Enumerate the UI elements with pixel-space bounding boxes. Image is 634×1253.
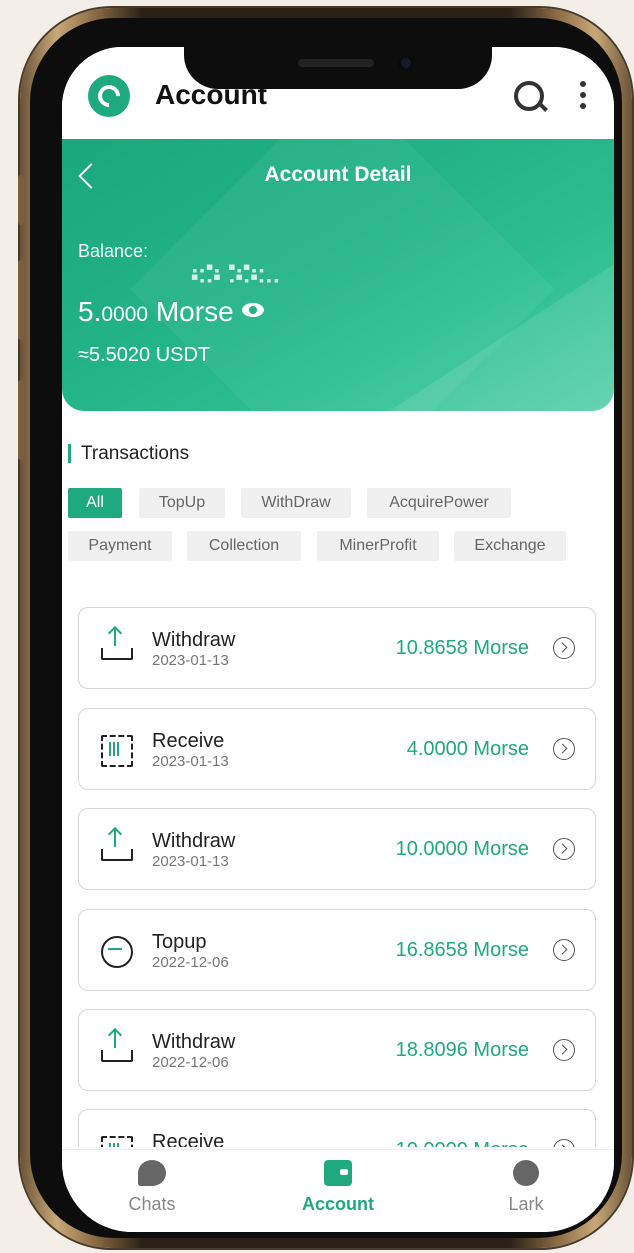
camera: [398, 55, 414, 71]
nav-item-account[interactable]: Account: [278, 1160, 398, 1215]
bottom-nav: Chats Account Lark: [62, 1149, 614, 1232]
filter-chip-acquirepower[interactable]: AcquirePower: [367, 488, 511, 518]
phone-notch: [184, 47, 492, 89]
filter-chip-payment[interactable]: Payment: [68, 531, 172, 561]
balance-decimals: 0000: [101, 303, 149, 326]
balance-amount: 5.0000 Morse: [78, 296, 264, 328]
transaction-amount: 10.8658 Morse: [395, 637, 529, 659]
more-menu-icon[interactable]: [580, 81, 586, 109]
filter-chip-withdraw[interactable]: WithDraw: [241, 488, 351, 518]
wallet-icon: [324, 1160, 352, 1186]
nav-item-lark[interactable]: Lark: [466, 1160, 586, 1215]
chevron-right-icon[interactable]: [553, 838, 575, 860]
account-detail-header: Account Detail Balance: ▪▪▀▪ ▀▪▀▪▪ ▀▪▪▀ ▪…: [62, 139, 614, 411]
chevron-right-icon[interactable]: [553, 738, 575, 760]
eye-icon[interactable]: [241, 302, 264, 317]
chevron-right-icon[interactable]: [553, 637, 575, 659]
balance-usdt: ≈5.5020 USDT: [78, 344, 211, 366]
nav-label: Account: [302, 1194, 374, 1214]
chevron-right-icon[interactable]: [553, 1139, 575, 1147]
transactions-title: Transactions: [68, 444, 189, 463]
topup-icon: [101, 936, 133, 968]
transaction-type: Receive: [152, 730, 225, 752]
filter-chip-all[interactable]: All: [68, 488, 122, 518]
transaction-amount: 4.0000 Morse: [406, 738, 529, 760]
transaction-type: Withdraw: [152, 629, 236, 651]
transaction-row[interactable]: Topup 2022-12-06 16.8658 Morse: [78, 909, 596, 991]
app-screen: Account Account Detail Balance: ▪▪▀▪ ▀▪▀…: [62, 47, 614, 1232]
transaction-date: 2023-01-13: [152, 652, 229, 669]
lark-icon: [513, 1160, 539, 1186]
filter-chip-minerprofit[interactable]: MinerProfit: [317, 531, 439, 561]
receive-icon: [101, 1136, 133, 1147]
transaction-date: 2022-12-06: [152, 1054, 229, 1071]
balance-unit: Morse: [148, 296, 234, 327]
filter-chip-topup[interactable]: TopUp: [139, 488, 225, 518]
transaction-type: Withdraw: [152, 830, 236, 852]
chevron-right-icon[interactable]: [553, 939, 575, 961]
transaction-row[interactable]: Withdraw 2022-12-06 18.8096 Morse: [78, 1009, 596, 1091]
nav-label: Chats: [128, 1194, 176, 1214]
transaction-row[interactable]: Withdraw 2023-01-13 10.0000 Morse: [78, 808, 596, 890]
withdraw-icon: [101, 1030, 133, 1062]
speaker: [298, 59, 374, 67]
transaction-row[interactable]: Withdraw 2023-01-13 10.8658 Morse: [78, 607, 596, 689]
transaction-amount: 18.8096 Morse: [395, 1039, 529, 1061]
withdraw-icon: [101, 829, 133, 861]
filter-chip-collection[interactable]: Collection: [187, 531, 301, 561]
filter-chip-exchange[interactable]: Exchange: [454, 531, 566, 561]
transaction-row[interactable]: Receive 10.0000 Morse: [78, 1109, 596, 1147]
transaction-type: Topup: [152, 931, 207, 953]
chat-icon: [138, 1160, 166, 1186]
phone-side-button: [18, 380, 24, 460]
transaction-date: 2023-01-13: [152, 753, 229, 770]
transaction-list: Withdraw 2023-01-13 10.8658 Morse Receiv…: [78, 607, 596, 1147]
search-icon[interactable]: [514, 81, 544, 111]
transaction-amount: 16.8658 Morse: [395, 939, 529, 961]
chevron-right-icon[interactable]: [553, 1039, 575, 1061]
app-logo-icon: [88, 75, 130, 117]
balance-label: Balance:: [78, 241, 149, 261]
header-decoration: [362, 259, 614, 411]
pixel-decoration: ▪▪▀▪ ▀▪▀▪▪ ▀▪▪▀ ▪▀▪▀▪▪▪: [192, 266, 282, 286]
balance-integer: 5.: [78, 296, 102, 327]
phone-side-button: [18, 260, 24, 340]
phone-side-button: [18, 175, 24, 225]
transaction-date: 2023-01-13: [152, 853, 229, 870]
transaction-amount: 10.0000 Morse: [395, 838, 529, 860]
transaction-date: 2022-12-06: [152, 954, 229, 971]
transaction-type: Withdraw: [152, 1031, 236, 1053]
transaction-amount: 10.0000 Morse: [396, 1139, 529, 1147]
nav-label: Lark: [508, 1194, 544, 1214]
transaction-row[interactable]: Receive 2023-01-13 4.0000 Morse: [78, 708, 596, 790]
transaction-type: Receive: [152, 1131, 225, 1147]
page-title: Account Detail: [264, 163, 412, 186]
nav-item-chats[interactable]: Chats: [92, 1160, 212, 1215]
receive-icon: [101, 735, 133, 767]
withdraw-icon: [101, 628, 133, 660]
